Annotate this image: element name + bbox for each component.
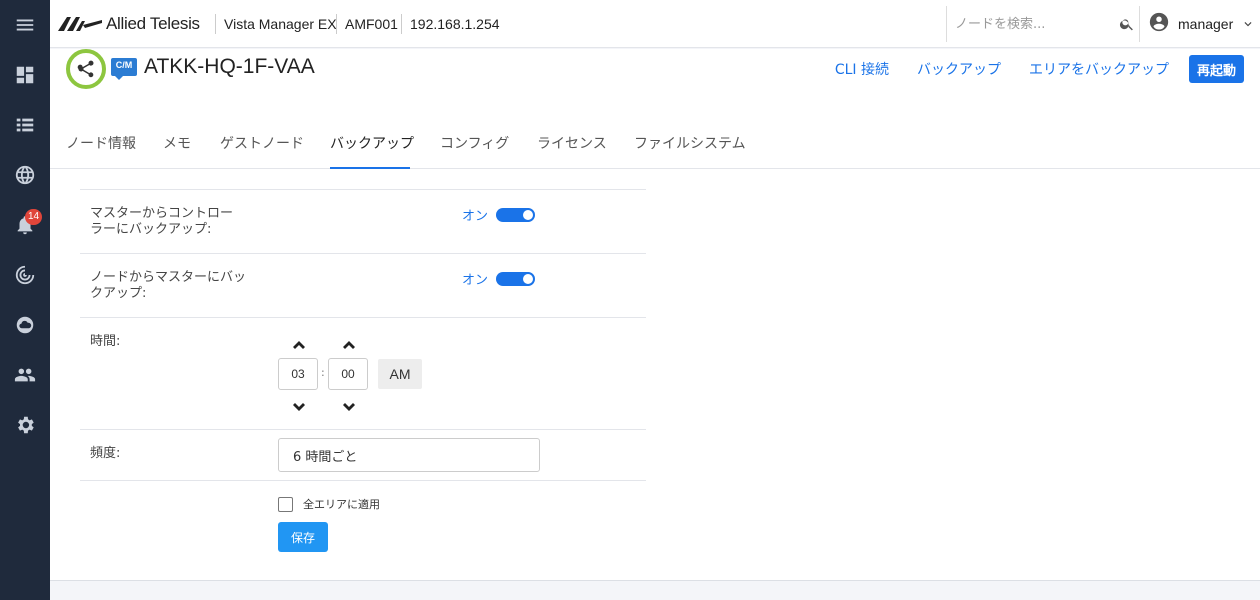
menu-icon[interactable] bbox=[0, 5, 50, 45]
apply-all-areas-checkbox[interactable] bbox=[278, 496, 293, 512]
dashboard-icon[interactable] bbox=[0, 55, 50, 95]
cloud-icon[interactable] bbox=[0, 305, 50, 345]
master-backup-toggle[interactable] bbox=[496, 207, 536, 222]
time-row: 時間: 03 : 00 AM bbox=[80, 317, 646, 429]
node-search bbox=[946, 6, 1140, 42]
header-actions: CLI 接続 バックアップ エリアをバックアップ 再起動 bbox=[807, 55, 1244, 83]
chevron-down-icon bbox=[1233, 13, 1255, 35]
account-circle-icon bbox=[1148, 11, 1170, 37]
frequency-label: 頻度: bbox=[90, 446, 121, 461]
allied-telesis-logo[interactable]: Allied Telesis bbox=[58, 14, 200, 34]
divider bbox=[401, 14, 402, 34]
list-icon[interactable] bbox=[0, 105, 50, 145]
divider bbox=[336, 14, 337, 34]
controller-master-icon: C/M bbox=[111, 58, 137, 80]
label-line: ラーにバックアップ: bbox=[90, 222, 212, 237]
tab-guest-node[interactable]: ゲストノード bbox=[220, 133, 304, 169]
toggle-state-text: オン bbox=[462, 273, 489, 288]
tab-config[interactable]: コンフィグ bbox=[440, 133, 509, 169]
hour-up-icon[interactable] bbox=[292, 338, 306, 349]
toggle-state-text: オン bbox=[462, 209, 489, 224]
sidebar: 14 bbox=[0, 0, 50, 600]
tab-memo[interactable]: メモ bbox=[163, 133, 191, 169]
time-separator: : bbox=[321, 366, 325, 379]
node-backup-toggle[interactable] bbox=[496, 271, 536, 286]
search-icon[interactable] bbox=[1119, 16, 1135, 32]
users-icon[interactable] bbox=[0, 355, 50, 395]
node-status-ring bbox=[66, 49, 106, 89]
master-backup-toggle-group: オン bbox=[462, 205, 536, 224]
radar-icon[interactable] bbox=[0, 255, 50, 295]
toggle-knob bbox=[521, 207, 536, 222]
app-name: Vista Manager EX bbox=[224, 16, 337, 32]
backup-link[interactable]: バックアップ bbox=[917, 59, 1001, 79]
minute-down-icon[interactable] bbox=[342, 400, 356, 411]
label-line: ノードからマスターにバッ bbox=[90, 270, 247, 285]
logo-mark-icon bbox=[58, 17, 102, 31]
tab-file-system[interactable]: ファイルシステム bbox=[634, 133, 746, 169]
frequency-select[interactable]: 6 時間ごと bbox=[278, 438, 540, 472]
top-bar: Allied Telesis Vista Manager EX AMF001 1… bbox=[50, 0, 1260, 48]
save-button[interactable]: 保存 bbox=[278, 522, 328, 552]
node-detail-page: C/M ATKK-HQ-1F-VAA CLI 接続 バックアップ エリアをバック… bbox=[50, 49, 1260, 581]
hour-down-icon[interactable] bbox=[292, 400, 306, 411]
ip-address: 192.168.1.254 bbox=[410, 16, 500, 32]
backup-area-link[interactable]: エリアをバックアップ bbox=[1029, 59, 1169, 79]
tab-backup[interactable]: バックアップ bbox=[330, 133, 414, 169]
minute-up-icon[interactable] bbox=[342, 338, 356, 349]
notification-badge: 14 bbox=[25, 209, 43, 225]
search-input[interactable] bbox=[947, 9, 1107, 39]
share-icon bbox=[77, 60, 94, 78]
node-backup-label: ノードからマスターにバッ クアップ: bbox=[90, 270, 260, 302]
frequency-row: 頻度: 6 時間ごと bbox=[80, 429, 646, 480]
divider bbox=[215, 14, 216, 34]
tab-bar: ノード情報 メモ ゲストノード バックアップ コンフィグ ライセンス ファイルシ… bbox=[50, 127, 1260, 169]
tab-node-info[interactable]: ノード情報 bbox=[66, 133, 136, 169]
master-backup-row: マスターからコントロー ラーにバックアップ: オン bbox=[80, 189, 646, 253]
logo-text: Allied Telesis bbox=[106, 14, 200, 33]
globe-icon[interactable] bbox=[0, 155, 50, 195]
label-line: クアップ: bbox=[90, 286, 147, 301]
label-line: マスターからコントロー bbox=[90, 206, 234, 221]
actions-row: 全エリアに適用 保存 bbox=[80, 480, 646, 560]
node-name: ATKK-HQ-1F-VAA bbox=[144, 55, 315, 78]
bell-icon[interactable]: 14 bbox=[0, 205, 50, 245]
tab-license[interactable]: ライセンス bbox=[537, 133, 607, 169]
user-menu[interactable]: manager bbox=[1148, 0, 1255, 48]
cli-connect-link[interactable]: CLI 接続 bbox=[835, 59, 889, 79]
node-backup-row: ノードからマスターにバッ クアップ: オン bbox=[80, 253, 646, 317]
toggle-knob bbox=[521, 271, 536, 286]
username: manager bbox=[1178, 16, 1234, 32]
minute-input[interactable]: 00 bbox=[328, 358, 368, 390]
node-backup-toggle-group: オン bbox=[462, 269, 536, 288]
gear-icon[interactable] bbox=[0, 405, 50, 445]
hour-input[interactable]: 03 bbox=[278, 358, 318, 390]
apply-all-areas-group: 全エリアに適用 bbox=[278, 496, 380, 512]
time-label: 時間: bbox=[90, 334, 121, 349]
area-name: AMF001 bbox=[345, 16, 398, 32]
master-backup-label: マスターからコントロー ラーにバックアップ: bbox=[90, 206, 260, 238]
apply-all-areas-label: 全エリアに適用 bbox=[303, 498, 380, 511]
reboot-button[interactable]: 再起動 bbox=[1188, 55, 1244, 83]
am-pm-toggle[interactable]: AM bbox=[378, 359, 422, 389]
